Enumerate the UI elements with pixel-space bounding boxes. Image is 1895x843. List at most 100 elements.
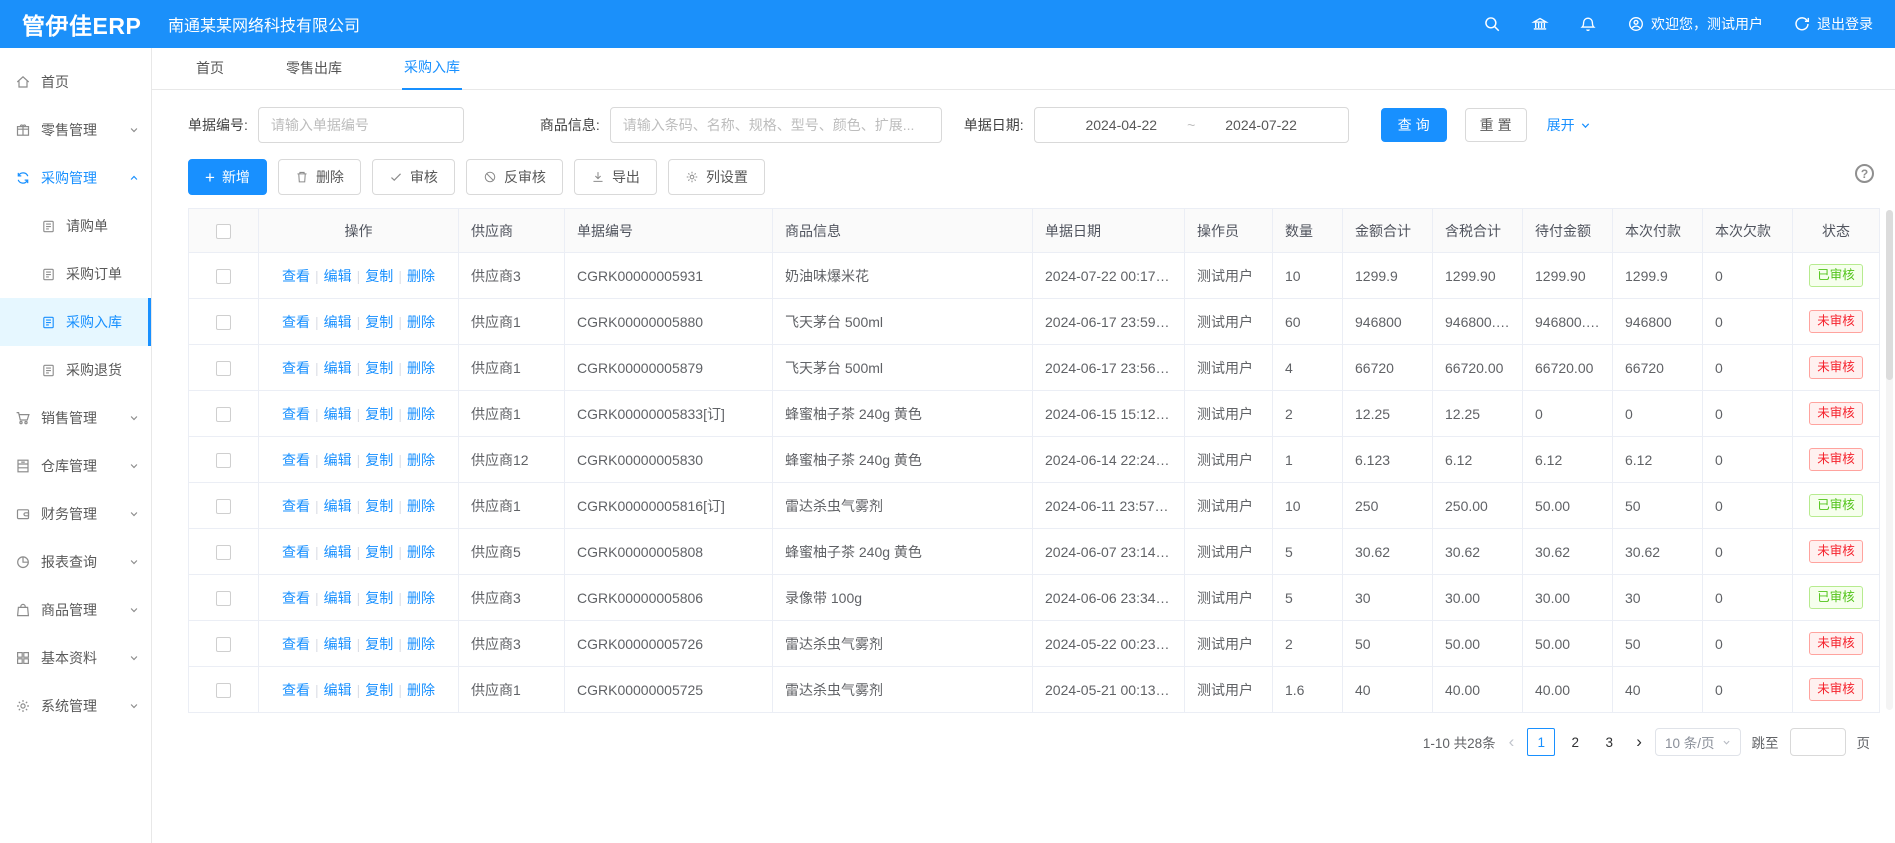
tab-purchase-inbound[interactable]: 采购入库: [402, 57, 462, 90]
sidebar-item-finance-management[interactable]: 财务管理: [0, 490, 151, 538]
action-edit-link[interactable]: 编辑: [324, 590, 352, 606]
row-checkbox[interactable]: [216, 407, 231, 422]
jump-page-input[interactable]: [1790, 728, 1846, 756]
sidebar-item-goods-management[interactable]: 商品管理: [0, 586, 151, 634]
action-copy-link[interactable]: 复制: [365, 268, 393, 284]
page-size-select[interactable]: 10 条/页: [1655, 728, 1741, 756]
product-info-input[interactable]: [610, 107, 942, 143]
date-from[interactable]: 2024-04-22: [1085, 117, 1157, 133]
action-copy-link[interactable]: 复制: [365, 314, 393, 330]
action-delete-link[interactable]: 删除: [407, 268, 435, 284]
sidebar-item-home[interactable]: 首页: [0, 58, 151, 106]
action-view-link[interactable]: 查看: [282, 682, 310, 698]
prev-page-button[interactable]: ‹: [1507, 732, 1517, 752]
action-copy-link[interactable]: 复制: [365, 682, 393, 698]
row-checkbox[interactable]: [216, 315, 231, 330]
page-number-3[interactable]: 3: [1595, 728, 1623, 756]
action-edit-link[interactable]: 编辑: [324, 268, 352, 284]
action-edit-link[interactable]: 编辑: [324, 682, 352, 698]
tab-retail-outbound[interactable]: 零售出库: [284, 58, 344, 89]
action-copy-link[interactable]: 复制: [365, 590, 393, 606]
sidebar-item-purchase-inbound[interactable]: 采购入库: [0, 298, 151, 346]
action-edit-link[interactable]: 编辑: [324, 452, 352, 468]
action-edit-link[interactable]: 编辑: [324, 636, 352, 652]
action-copy-link[interactable]: 复制: [365, 360, 393, 376]
row-checkbox[interactable]: [216, 545, 231, 560]
help-icon[interactable]: ?: [1855, 164, 1874, 183]
action-delete-link[interactable]: 删除: [407, 544, 435, 560]
sidebar-item-base-data[interactable]: 基本资料: [0, 634, 151, 682]
sidebar-item-warehouse-management[interactable]: 仓库管理: [0, 442, 151, 490]
sidebar-item-system-management[interactable]: 系统管理: [0, 682, 151, 730]
search-button[interactable]: 查询: [1381, 108, 1447, 142]
action-copy-link[interactable]: 复制: [365, 452, 393, 468]
delete-button[interactable]: 删除: [278, 159, 361, 195]
row-checkbox[interactable]: [216, 591, 231, 606]
export-button[interactable]: 导出: [574, 159, 657, 195]
welcome-user[interactable]: 欢迎您，测试用户: [1627, 14, 1763, 34]
action-edit-link[interactable]: 编辑: [324, 544, 352, 560]
action-edit-link[interactable]: 编辑: [324, 406, 352, 422]
action-view-link[interactable]: 查看: [282, 360, 310, 376]
action-edit-link[interactable]: 编辑: [324, 314, 352, 330]
action-view-link[interactable]: 查看: [282, 406, 310, 422]
action-delete-link[interactable]: 删除: [407, 682, 435, 698]
action-delete-link[interactable]: 删除: [407, 314, 435, 330]
action-separator: |: [315, 682, 319, 698]
action-edit-link[interactable]: 编辑: [324, 360, 352, 376]
column-settings-button[interactable]: 列设置: [668, 159, 765, 195]
scrollbar-thumb[interactable]: [1886, 210, 1893, 380]
sidebar-item-purchase-management[interactable]: 采购管理: [0, 154, 151, 202]
vertical-scrollbar[interactable]: [1886, 210, 1893, 710]
action-delete-link[interactable]: 删除: [407, 498, 435, 514]
sidebar-item-purchase-return[interactable]: 采购退货: [0, 346, 151, 394]
select-all-checkbox[interactable]: [216, 224, 231, 239]
bell-icon[interactable]: [1579, 15, 1597, 33]
tab-home[interactable]: 首页: [194, 58, 226, 89]
action-view-link[interactable]: 查看: [282, 314, 310, 330]
reset-button[interactable]: 重置: [1465, 108, 1527, 142]
sidebar-item-purchase-order[interactable]: 采购订单: [0, 250, 151, 298]
date-to[interactable]: 2024-07-22: [1225, 117, 1297, 133]
action-delete-link[interactable]: 删除: [407, 452, 435, 468]
action-view-link[interactable]: 查看: [282, 498, 310, 514]
action-view-link[interactable]: 查看: [282, 268, 310, 284]
next-page-button[interactable]: ›: [1634, 732, 1644, 752]
sidebar-item-purchase-request[interactable]: 请购单: [0, 202, 151, 250]
action-copy-link[interactable]: 复制: [365, 636, 393, 652]
row-checkbox[interactable]: [216, 269, 231, 284]
action-delete-link[interactable]: 删除: [407, 360, 435, 376]
sidebar-item-report-query[interactable]: 报表查询: [0, 538, 151, 586]
doc-no-input[interactable]: [258, 107, 464, 143]
action-delete-link[interactable]: 删除: [407, 636, 435, 652]
search-icon[interactable]: [1483, 15, 1501, 33]
action-view-link[interactable]: 查看: [282, 544, 310, 560]
action-delete-link[interactable]: 删除: [407, 406, 435, 422]
action-view-link[interactable]: 查看: [282, 452, 310, 468]
action-delete-link[interactable]: 删除: [407, 590, 435, 606]
org-icon[interactable]: [1531, 15, 1549, 33]
date-range-picker[interactable]: 2024-04-22 ~ 2024-07-22: [1034, 107, 1349, 143]
expand-toggle[interactable]: 展开: [1547, 115, 1591, 135]
page-number-2[interactable]: 2: [1561, 728, 1589, 756]
sidebar-item-retail-management[interactable]: 零售管理: [0, 106, 151, 154]
status-badge: 未审核: [1809, 448, 1863, 472]
row-checkbox[interactable]: [216, 361, 231, 376]
row-checkbox[interactable]: [216, 683, 231, 698]
row-checkbox[interactable]: [216, 499, 231, 514]
logout-button[interactable]: 退出登录: [1793, 14, 1873, 34]
row-checkbox[interactable]: [216, 637, 231, 652]
unaudit-button[interactable]: 反审核: [466, 159, 563, 195]
action-view-link[interactable]: 查看: [282, 590, 310, 606]
action-copy-link[interactable]: 复制: [365, 406, 393, 422]
sidebar-item-sales-management[interactable]: 销售管理: [0, 394, 151, 442]
action-separator: |: [398, 636, 402, 652]
action-copy-link[interactable]: 复制: [365, 498, 393, 514]
page-number-1[interactable]: 1: [1527, 728, 1555, 756]
add-button[interactable]: + 新增: [188, 159, 267, 195]
action-copy-link[interactable]: 复制: [365, 544, 393, 560]
action-view-link[interactable]: 查看: [282, 636, 310, 652]
row-checkbox[interactable]: [216, 453, 231, 468]
audit-button[interactable]: 审核: [372, 159, 455, 195]
action-edit-link[interactable]: 编辑: [324, 498, 352, 514]
